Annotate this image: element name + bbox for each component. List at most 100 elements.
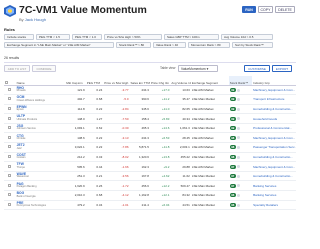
col-header-chg[interactable]: Price Chg 3m <box>149 76 171 86</box>
row-checkbox[interactable] <box>4 142 16 153</box>
industry-cell[interactable]: Banking Services <box>252 180 296 192</box>
rule-chip[interactable]: Exchange Segment in "LSE Main Market" or… <box>4 42 114 48</box>
col-header-name[interactable]: Name <box>15 76 66 86</box>
industry-cell[interactable]: Specialty Retailers <box>252 200 296 211</box>
table-row[interactable]: TFW Thorpe 505.6 0.44 -1.66 162.3 +9.2 29.88 LSE… <box>4 161 296 172</box>
col-header-52w[interactable]: Price vs 52w High <box>103 76 130 86</box>
rank-style-icon <box>236 184 240 188</box>
table-view-select[interactable]: ValueMomentum ▾ <box>178 65 218 72</box>
rule-chip[interactable]: Sort by Stock Rank™ <box>232 42 273 48</box>
row-checkbox[interactable] <box>4 161 16 172</box>
rule-chip[interactable]: PEG TTM < 1.5 <box>36 34 70 40</box>
stock-name-cell[interactable]: JET2 Jet2 <box>15 142 66 153</box>
col-header-sales[interactable]: Sales £m TTM <box>129 76 150 86</box>
row-checkbox[interactable] <box>4 152 16 163</box>
rule-chip[interactable]: Momentum Rank > 80 <box>188 42 230 48</box>
table-row[interactable]: CTG Christie 138.6 0.22 -3.13 234.3 +6.53 28.45… <box>4 132 296 144</box>
rule-chip[interactable]: Include stocks <box>4 34 34 40</box>
customise-button[interactable]: CUSTOMISE <box>244 65 270 72</box>
stock-name-cell[interactable]: WAVE Wavecrest <box>15 171 66 182</box>
industry-cell[interactable]: Homebuilding & Constructio... <box>252 171 296 182</box>
sales-cell: 5,871.5 <box>129 142 150 153</box>
stock-rank-badge: 96 <box>229 202 236 207</box>
export-button[interactable]: EXPORT <box>272 65 292 72</box>
stock-name-cell[interactable]: PRE Pennycross Technologies <box>15 200 66 211</box>
table-row[interactable]: JSG Johnson Service 1,093.1 0.62 -0.30 465.3 +… <box>4 123 296 134</box>
industry-cell[interactable]: Professional & Commercial... <box>252 123 296 134</box>
row-checkbox[interactable] <box>4 104 16 115</box>
add-to-list-button[interactable]: ADD TO LIST <box>4 65 30 72</box>
table-row[interactable]: EPWN Epwin 112.8 0.22 -2.84 345.6 +11.0 82.65 LS… <box>4 104 296 115</box>
stock-name-cell[interactable]: EPWN Epwin <box>15 104 66 115</box>
rule-chip[interactable]: Value Rank > 40 <box>153 42 186 48</box>
stock-name-cell[interactable]: ULTP Ultimate Products <box>15 113 66 124</box>
industry-cell[interactable]: Passenger Transportation Serv... <box>252 142 296 153</box>
run-button[interactable]: RUN <box>242 6 256 13</box>
col-header-select[interactable] <box>4 76 16 86</box>
table-row[interactable]: RHO Rhoads 121.9 0.24 -3.77 234.3 +17.0 13.63 LS… <box>4 85 296 96</box>
avg-volume-cell: 44.51 <box>170 200 191 211</box>
rule-chip[interactable]: Sales GBP TTM > 100m <box>164 34 219 40</box>
compare-button[interactable]: COMPARE <box>32 65 56 72</box>
industry-cell[interactable]: Machinery, Equipment & Com... <box>252 161 296 172</box>
avg-volume-cell: 29.88 <box>170 161 191 172</box>
industry-cell[interactable]: Household Goods <box>252 113 296 124</box>
row-checkbox[interactable] <box>4 200 16 211</box>
industry-cell[interactable]: Homebuilding & Constructio... <box>252 152 296 163</box>
price-vs-high-cell: -0.30 <box>103 123 130 134</box>
stock-rank-cell: 99 <box>228 113 253 124</box>
stock-name-cell[interactable]: COST Costain <box>15 152 66 163</box>
rank-style-icon <box>236 146 240 150</box>
screen-author[interactable]: By Jack Hough <box>19 17 46 22</box>
table-row[interactable]: OCM Ocean Wilsons Holdings 402.7 0.68 -5.0 39… <box>4 94 296 105</box>
row-checkbox[interactable] <box>4 180 16 192</box>
table-row[interactable]: PAG Paragon Banking 1,620.9 0.26 -1.72 456.6 +… <box>4 180 296 192</box>
col-header-exchange[interactable]: Exchange Segment <box>190 76 229 86</box>
industry-cell[interactable]: Homebuilding & Constructio... <box>252 104 296 115</box>
stock-name-cell[interactable]: BOG Bank of Georgia <box>15 190 66 201</box>
col-header-peg[interactable]: PEG TTM <box>85 76 104 86</box>
stock-name-cell[interactable]: CTG Christie <box>15 132 66 144</box>
row-checkbox[interactable] <box>4 132 16 144</box>
delete-button[interactable]: DELETE <box>275 6 295 13</box>
row-checkbox[interactable] <box>4 171 16 182</box>
industry-cell[interactable]: Machinery, Equipment & Com... <box>252 132 296 144</box>
stock-name-cell[interactable]: TFW Thorpe <box>15 161 66 172</box>
col-header-stockrank[interactable]: Stock Rank™ <box>228 76 253 86</box>
col-header-vol[interactable]: Avg Volume 10d <box>170 76 191 86</box>
row-checkbox[interactable] <box>4 85 16 96</box>
mktcap-cell: 1,093.1 <box>65 123 86 134</box>
table-row[interactable]: ULTP Ultimate Products 148.0 1.27 -7.50 158.4… <box>4 113 296 124</box>
table-row[interactable]: PRE Pennycross Technologies 479.2 0.34 -1.01… <box>4 200 296 211</box>
table-row[interactable]: JET2 Jet2 3,022.1 0.22 -7.86 5,871.5 +11.8 2,00… <box>4 142 296 153</box>
exchange-cell: LSE AIM Market <box>190 104 229 115</box>
row-checkbox[interactable] <box>4 123 16 134</box>
industry-cell[interactable]: Banking Services <box>252 190 296 201</box>
row-checkbox[interactable] <box>4 94 16 105</box>
rule-chip[interactable]: Price vs 52w High > 50% <box>104 34 162 40</box>
rule-chip[interactable]: PEG TTM < 1.0 <box>72 34 102 40</box>
price-change-cell: +9.2 <box>149 161 171 172</box>
rule-chip[interactable]: Stock Rank™ > 80 <box>116 42 151 48</box>
mktcap-cell: 121.9 <box>65 85 86 96</box>
col-header-mktcap[interactable]: Mkt Cap £m <box>65 76 86 86</box>
industry-cell[interactable]: Machinery, Equipment & Com... <box>252 85 296 96</box>
peg-cell: 0.21 <box>85 171 104 182</box>
table-row[interactable]: COST Costain 212.2 0.43 -8.02 1,320.6 +13.8 455… <box>4 152 296 163</box>
row-checkbox[interactable] <box>4 113 16 124</box>
stock-name-cell[interactable]: OCM Ocean Wilsons Holdings <box>15 94 66 105</box>
stock-name-cell[interactable]: PAG Paragon Banking <box>15 180 66 192</box>
table-row[interactable]: BOG Bank of Georgia 2,010.3 0.68 -4.12 1,162.… <box>4 190 296 201</box>
exchange-cell: LSE Main Market <box>190 152 229 163</box>
rule-chip[interactable]: Avg Volume 10d > 0.5 <box>221 34 273 40</box>
sales-cell: 234.3 <box>129 85 150 96</box>
peg-cell: 0.22 <box>85 104 104 115</box>
price-vs-high-cell: -4.12 <box>103 190 130 201</box>
stock-name-cell[interactable]: RHO Rhoads <box>15 85 66 96</box>
industry-cell[interactable]: Transport Infrastructure <box>252 94 296 105</box>
copy-button[interactable]: COPY <box>258 6 273 13</box>
col-header-industry[interactable]: Industry Grp <box>252 76 296 86</box>
row-checkbox[interactable] <box>4 190 16 201</box>
stock-name-cell[interactable]: JSG Johnson Service <box>15 123 66 134</box>
table-row[interactable]: WAVE Wavecrest 251.3 0.21 -3.56 167.8 +4.62 11.… <box>4 171 296 182</box>
